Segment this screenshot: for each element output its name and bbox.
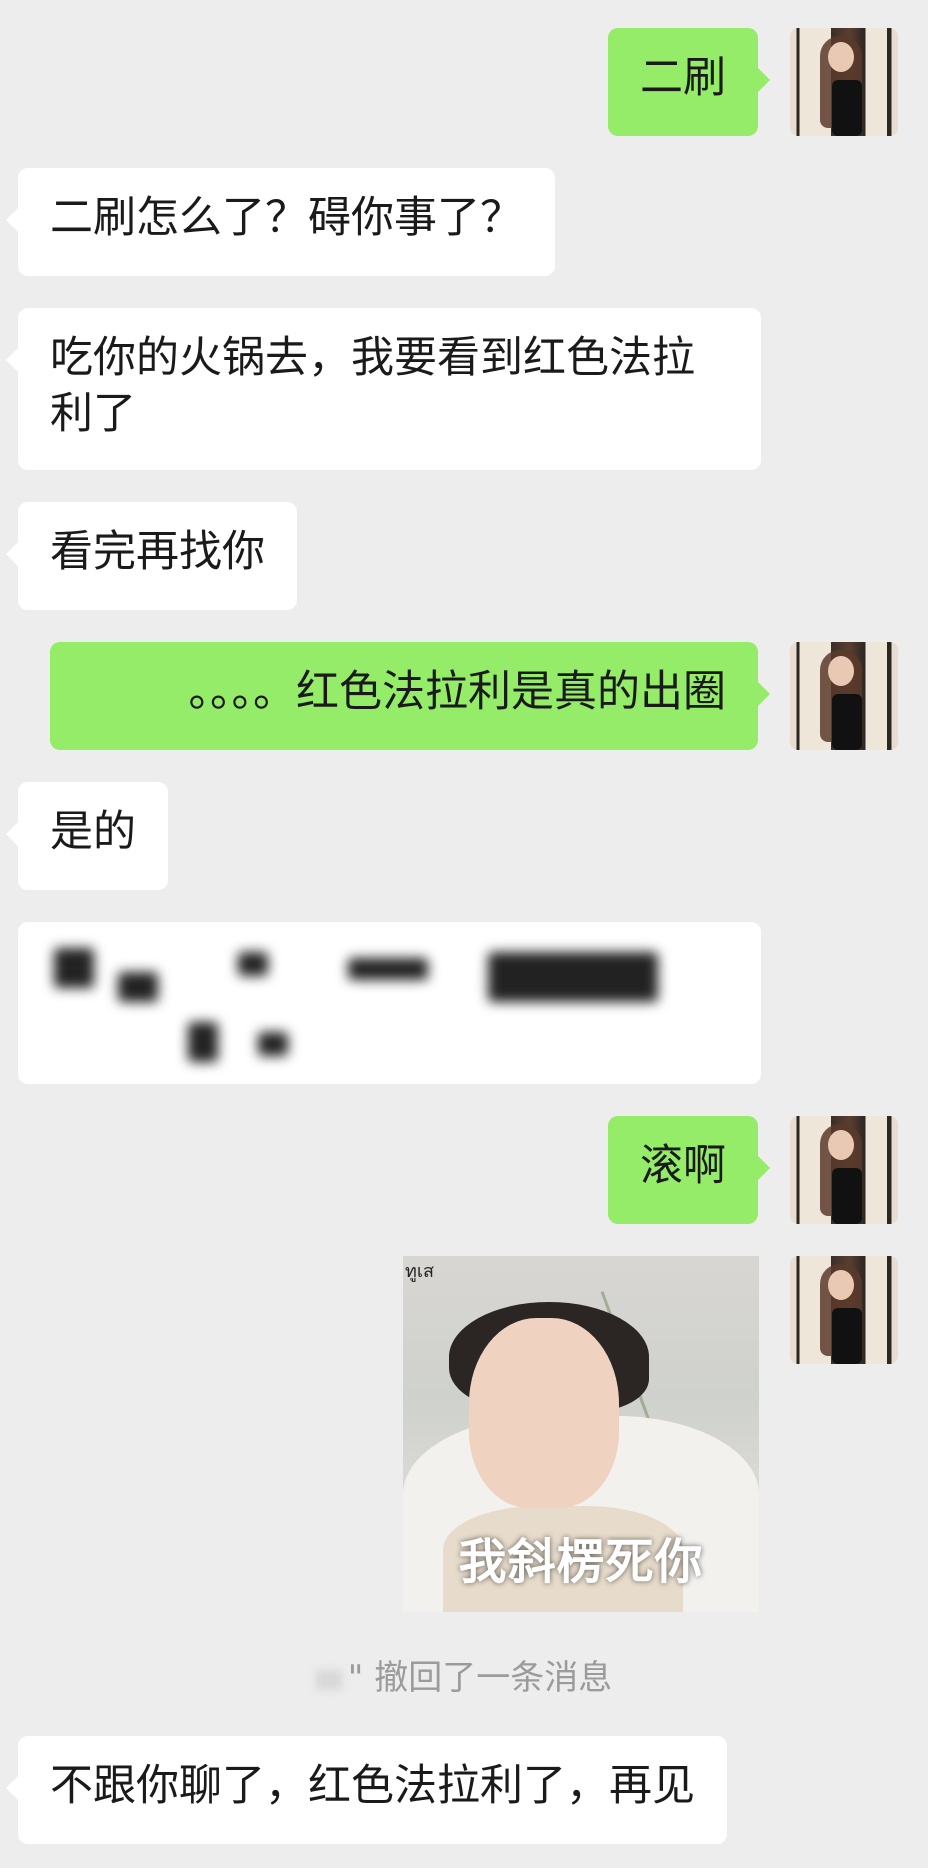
message-bubble-received[interactable]: 看完再找你: [6, 502, 297, 610]
recall-notice: " 撤回了一条消息: [0, 1650, 928, 1699]
message-bubble-sent[interactable]: 。。。。红色法拉利是真的出圈: [50, 642, 770, 750]
sticker-image[interactable]: ทูเส 我斜楞死你: [403, 1256, 759, 1612]
message-text: 二刷: [640, 53, 726, 103]
sticker-caption: 我斜楞死你: [458, 1534, 704, 1590]
message-bubble-sent[interactable]: 二刷: [608, 28, 770, 136]
message-bubble-received[interactable]: 不跟你聊了，红色法拉利了，再见: [6, 1736, 727, 1844]
my-avatar[interactable]: [790, 642, 898, 750]
message-bubble-received-blurred[interactable]: [18, 922, 761, 1084]
message-text: 不跟你聊了，红色法拉利了，再见: [50, 1761, 695, 1811]
message-text: 。。。。红色法拉利是真的出圈: [188, 667, 727, 717]
sticker-logo: ทูเส: [405, 1261, 435, 1282]
message-text: 看完再找你: [50, 527, 265, 577]
message-bubble-received[interactable]: 是的: [6, 782, 168, 890]
message-text: 吃你的火锅去，我要看到红色法拉利了: [50, 333, 695, 439]
my-avatar[interactable]: [790, 1256, 898, 1364]
blurred-username: [315, 1669, 342, 1690]
message-bubble-received[interactable]: 吃你的火锅去，我要看到红色法拉利了: [6, 308, 761, 470]
message-bubble-sent[interactable]: 滚啊: [608, 1116, 770, 1224]
message-bubble-received[interactable]: 二刷怎么了？碍你事了？: [6, 168, 555, 276]
recall-notice-text: " 撤回了一条消息: [347, 1658, 613, 1698]
message-text: 是的: [50, 807, 136, 857]
message-text: 滚啊: [640, 1141, 726, 1191]
my-avatar[interactable]: [790, 28, 898, 136]
my-avatar[interactable]: [790, 1116, 898, 1224]
message-text: 二刷怎么了？碍你事了？: [50, 193, 523, 243]
